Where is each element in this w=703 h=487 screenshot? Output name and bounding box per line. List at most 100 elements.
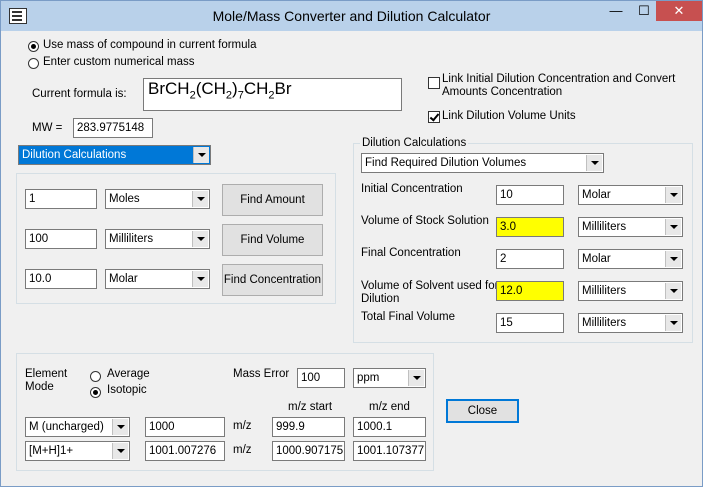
current-formula-label: Current formula is: (32, 88, 127, 100)
chevron-down-icon[interactable] (665, 187, 681, 203)
mw-label: MW = (32, 122, 63, 134)
average-mode-radio[interactable] (90, 371, 101, 382)
stock-volume-unit-value: Milliliters (582, 221, 627, 233)
amount-unit-value: Moles (109, 193, 140, 205)
initial-concentration-unit-value: Molar (582, 189, 611, 201)
link-concentration-label-line2: Amounts Concentration (442, 86, 563, 98)
stock-volume-unit-select[interactable]: Milliliters (578, 217, 683, 237)
calculation-mode-value: Dilution Calculations (22, 149, 127, 161)
chevron-down-icon[interactable] (192, 191, 208, 207)
find-volume-button[interactable]: Find Volume (222, 224, 323, 256)
maximize-button[interactable]: ☐ (630, 1, 658, 21)
volume-unit-value: Milliliters (109, 233, 154, 245)
formula-part: CH (243, 79, 269, 98)
dilution-group-title: Dilution Calculations (360, 137, 469, 149)
solvent-volume-label-line2: Dilution (361, 293, 400, 305)
link-concentration-label-line1: Link Initial Dilution Concentration and … (442, 73, 676, 85)
initial-concentration-label: Initial Concentration (361, 183, 463, 195)
solvent-volume-unit-value: Milliliters (582, 285, 627, 297)
mass-error-input[interactable]: 100 (297, 368, 345, 388)
concentration-unit-select[interactable]: Molar (105, 269, 210, 289)
mass-error-unit-select[interactable]: ppm (353, 368, 426, 388)
mz-end-label: m/z end (369, 401, 410, 413)
total-volume-label: Total Final Volume (361, 311, 455, 323)
solvent-volume-input[interactable]: 12.0 (496, 281, 564, 301)
volume-input[interactable]: 100 (25, 229, 97, 249)
title-bar[interactable]: Mole/Mass Converter and Dilution Calcula… (1, 1, 702, 31)
find-amount-button[interactable]: Find Amount (222, 184, 323, 216)
dilution-mode-select[interactable]: Find Required Dilution Volumes (361, 153, 604, 173)
mz-end-field-2[interactable]: 1001.107377 (353, 441, 426, 461)
concentration-input[interactable]: 10.0 (25, 269, 97, 289)
element-mode-label: Element Mode (25, 368, 67, 394)
amount-unit-select[interactable]: Moles (105, 189, 210, 209)
initial-concentration-unit-select[interactable]: Molar (578, 185, 683, 205)
link-concentration-label[interactable]: Link Initial Dilution Concentration and … (442, 73, 675, 99)
mz-end-field-1[interactable]: 1000.1 (353, 417, 426, 437)
minimize-button[interactable]: — (602, 1, 630, 21)
link-concentration-checkbox[interactable] (428, 77, 440, 89)
element-mode-label-line1: Element (25, 368, 68, 380)
ion-type-value-2: [M+H]1+ (29, 445, 74, 457)
chevron-down-icon[interactable] (665, 251, 681, 267)
chevron-down-icon[interactable] (665, 283, 681, 299)
chevron-down-icon[interactable] (112, 419, 128, 435)
dilution-mode-value: Find Required Dilution Volumes (365, 157, 527, 169)
mz-start-label: m/z start (288, 401, 333, 413)
chevron-down-icon[interactable] (665, 219, 681, 235)
custom-mass-label[interactable]: Enter custom numerical mass (43, 56, 194, 68)
window-title: Mole/Mass Converter and Dilution Calcula… (212, 8, 491, 24)
amount-input[interactable]: 1 (25, 189, 97, 209)
custom-mass-radio[interactable] (28, 58, 39, 69)
mz-start-field-1[interactable]: 999.9 (272, 417, 345, 437)
isotopic-mode-radio[interactable] (90, 387, 101, 398)
chevron-down-icon[interactable] (586, 155, 602, 171)
formula-part: (CH (195, 79, 226, 98)
link-volume-units-label[interactable]: Link Dilution Volume Units (442, 110, 576, 122)
total-volume-unit-select[interactable]: Milliliters (578, 313, 683, 333)
close-button[interactable]: Close (446, 399, 519, 423)
chevron-down-icon[interactable] (408, 370, 424, 386)
mz-unit-label-1: m/z (233, 420, 252, 432)
main-window: Mole/Mass Converter and Dilution Calcula… (0, 0, 703, 487)
chevron-down-icon[interactable] (665, 315, 681, 331)
mass-error-label: Mass Error (233, 368, 290, 380)
close-window-button[interactable]: ✕ (656, 1, 702, 21)
final-concentration-unit-value: Molar (582, 253, 611, 265)
link-volume-units-checkbox[interactable] (428, 111, 440, 123)
element-mode-label-line2: Mode (25, 381, 54, 393)
solvent-volume-label-line1: Volume of Solvent used for (361, 280, 499, 292)
formula-part: BrCH (148, 79, 190, 98)
concentration-unit-value: Molar (109, 273, 138, 285)
total-volume-unit-value: Milliliters (582, 317, 627, 329)
ion-mass-input-1[interactable]: 1000 (145, 417, 225, 437)
ion-type-select-2[interactable]: [M+H]1+ (25, 441, 130, 461)
calculation-mode-select[interactable]: Dilution Calculations (18, 145, 211, 165)
volume-unit-select[interactable]: Milliliters (105, 229, 210, 249)
initial-concentration-input[interactable]: 10 (496, 185, 564, 205)
use-formula-mass-label[interactable]: Use mass of compound in current formula (43, 39, 256, 51)
isotopic-mode-label[interactable]: Isotopic (107, 384, 147, 396)
use-formula-mass-radio[interactable] (28, 41, 39, 52)
chevron-down-icon[interactable] (192, 271, 208, 287)
mw-value-field[interactable]: 283.9775148 (73, 118, 153, 138)
average-mode-label[interactable]: Average (107, 368, 150, 380)
solvent-volume-unit-select[interactable]: Milliliters (578, 281, 683, 301)
formula-display[interactable]: BrCH2(CH2)7CH2Br (143, 78, 402, 111)
solvent-volume-label: Volume of Solvent used for Dilution (361, 280, 498, 306)
chevron-down-icon[interactable] (193, 147, 209, 163)
find-concentration-button[interactable]: Find Concentration (222, 264, 323, 296)
final-concentration-input[interactable]: 2 (496, 249, 564, 269)
ion-type-select-1[interactable]: M (uncharged) (25, 417, 130, 437)
ion-mass-input-2[interactable]: 1001.007276 (145, 441, 225, 461)
final-concentration-unit-select[interactable]: Molar (578, 249, 683, 269)
ion-type-value-1: M (uncharged) (29, 421, 104, 433)
formula-part: Br (274, 79, 292, 98)
chevron-down-icon[interactable] (112, 443, 128, 459)
stock-volume-input[interactable]: 3.0 (496, 217, 564, 237)
mass-error-unit-value: ppm (357, 372, 380, 384)
chevron-down-icon[interactable] (192, 231, 208, 247)
final-concentration-label: Final Concentration (361, 247, 461, 259)
mz-start-field-2[interactable]: 1000.907175 (272, 441, 345, 461)
total-volume-input[interactable]: 15 (496, 313, 564, 333)
